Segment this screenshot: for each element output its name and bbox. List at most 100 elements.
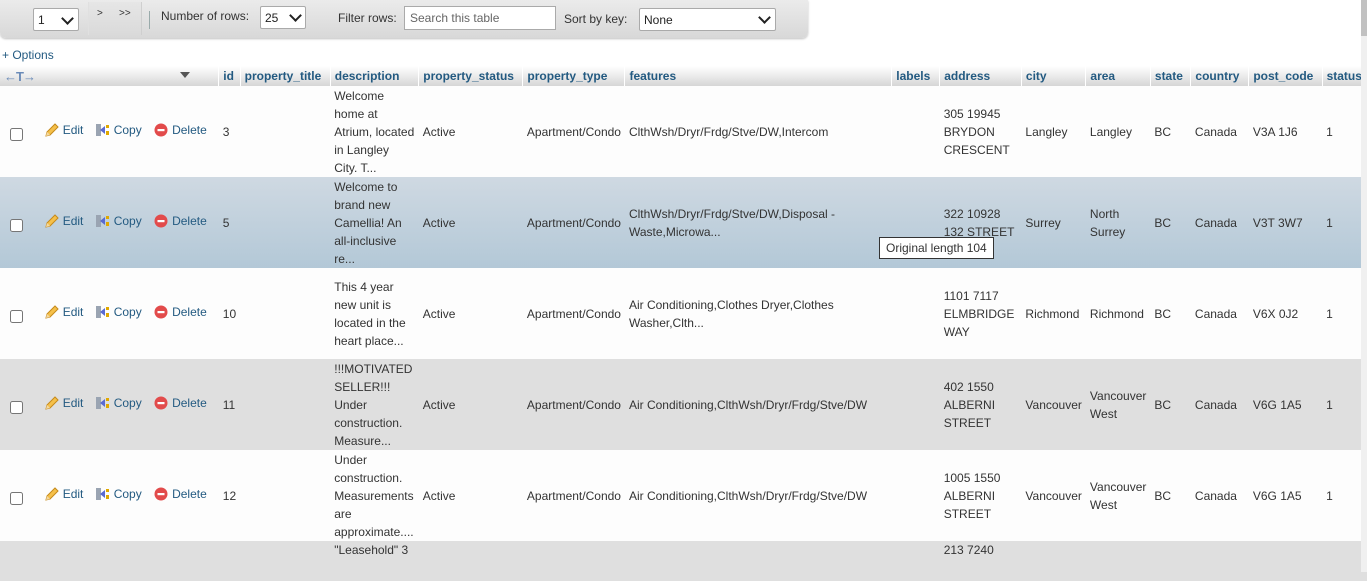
cell-address[interactable]: 402 1550 ALBERNI STREET: [939, 359, 1022, 450]
copy-link[interactable]: Copy: [95, 121, 142, 139]
sort-by-key-select[interactable]: None: [639, 8, 776, 31]
cell-description[interactable]: Welcome to brand new Camellia! An all-in…: [330, 177, 419, 268]
cell-labels[interactable]: [891, 268, 940, 359]
cell-post-code[interactable]: V6G 1A5: [1248, 359, 1323, 450]
cell-status[interactable]: 1: [1322, 268, 1367, 359]
cell-description[interactable]: !!!MOTIVATED SELLER!!! Under constructio…: [330, 359, 419, 450]
column-header-country[interactable]: country: [1190, 66, 1250, 86]
cell-area[interactable]: [1085, 541, 1151, 581]
copy-link[interactable]: Copy: [95, 394, 142, 412]
edit-link[interactable]: Edit: [44, 485, 83, 503]
column-header-property-status[interactable]: property_status: [418, 66, 524, 86]
delete-link[interactable]: Delete: [153, 212, 207, 230]
cell-features[interactable]: Air Conditioning,ClthWsh/Dryr/Frdg/Stve/…: [624, 359, 892, 450]
cell-country[interactable]: [1190, 541, 1249, 581]
cell-state[interactable]: BC: [1150, 268, 1191, 359]
cell-city[interactable]: Richmond: [1021, 268, 1086, 359]
cell-status[interactable]: 1: [1322, 359, 1367, 450]
edit-link[interactable]: Edit: [44, 303, 83, 321]
cell-id[interactable]: [218, 541, 241, 581]
vertical-scrollbar[interactable]: [1361, 0, 1367, 572]
cell-country[interactable]: Canada: [1190, 86, 1249, 177]
cell-country[interactable]: Canada: [1190, 450, 1249, 541]
cell-property-type[interactable]: Apartment/Condo: [522, 450, 625, 541]
column-header-city[interactable]: city: [1021, 66, 1087, 86]
cell-address[interactable]: 1005 1550 ALBERNI STREET: [939, 450, 1022, 541]
edit-link[interactable]: Edit: [44, 121, 83, 139]
cell-property-title[interactable]: [240, 541, 331, 581]
row-checkbox[interactable]: [10, 218, 23, 232]
cell-property-title[interactable]: [240, 86, 331, 177]
cell-area[interactable]: Richmond: [1085, 268, 1151, 359]
cell-property-title[interactable]: [240, 268, 331, 359]
cell-property-status[interactable]: Active: [418, 359, 523, 450]
edit-link[interactable]: Edit: [44, 212, 83, 230]
delete-link[interactable]: Delete: [153, 394, 207, 412]
cell-id[interactable]: 10: [218, 268, 241, 359]
rows-per-page-select[interactable]: 25: [260, 6, 306, 29]
cell-property-title[interactable]: [240, 359, 331, 450]
cell-address[interactable]: 305 19945 BRYDON CRESCENT: [939, 86, 1022, 177]
column-move-arrows-icon[interactable]: ←T→: [4, 69, 36, 84]
cell-features[interactable]: Air Conditioning,Clothes Dryer,Clothes W…: [624, 268, 892, 359]
cell-city[interactable]: Langley: [1021, 86, 1086, 177]
cell-features[interactable]: ClthWsh/Dryr/Frdg/Stve/DW,Disposal - Was…: [624, 177, 892, 268]
cell-status[interactable]: 1: [1322, 86, 1367, 177]
cell-id[interactable]: 12: [218, 450, 241, 541]
cell-state[interactable]: BC: [1150, 86, 1191, 177]
cell-property-title[interactable]: [240, 450, 331, 541]
cell-area[interactable]: Langley: [1085, 86, 1151, 177]
cell-property-title[interactable]: [240, 177, 331, 268]
cell-labels[interactable]: [891, 359, 940, 450]
row-checkbox[interactable]: [10, 309, 23, 323]
cell-city[interactable]: Vancouver: [1021, 359, 1086, 450]
cell-post-code[interactable]: V3A 1J6: [1248, 86, 1323, 177]
cell-area[interactable]: Vancouver West: [1085, 450, 1151, 541]
cell-property-type[interactable]: Apartment/Condo: [522, 177, 625, 268]
cell-state[interactable]: BC: [1150, 450, 1191, 541]
cell-features[interactable]: ClthWsh/Dryr/Frdg/Stve/DW,Intercom: [624, 86, 892, 177]
options-link[interactable]: + Options: [2, 48, 54, 62]
copy-link[interactable]: Copy: [95, 303, 142, 321]
cell-post-code[interactable]: V6X 0J2: [1248, 268, 1323, 359]
cell-post-code[interactable]: V3T 3W7: [1248, 177, 1323, 268]
cell-id[interactable]: 3: [218, 86, 241, 177]
cell-property-status[interactable]: Active: [418, 86, 523, 177]
cell-post-code[interactable]: [1248, 541, 1323, 581]
cell-country[interactable]: Canada: [1190, 268, 1249, 359]
cell-city[interactable]: Surrey: [1021, 177, 1086, 268]
cell-state[interactable]: [1150, 541, 1191, 581]
delete-link[interactable]: Delete: [153, 121, 207, 139]
cell-status[interactable]: 1: [1322, 177, 1367, 268]
row-checkbox[interactable]: [10, 127, 23, 141]
row-checkbox[interactable]: [10, 491, 23, 505]
column-header-labels[interactable]: labels: [891, 66, 941, 86]
cell-post-code[interactable]: V6G 1A5: [1248, 450, 1323, 541]
cell-property-status[interactable]: [418, 541, 523, 581]
column-header-state[interactable]: state: [1150, 66, 1192, 86]
cell-description[interactable]: Welcome home at Atrium, located in Langl…: [330, 86, 419, 177]
cell-property-type[interactable]: Apartment/Condo: [522, 86, 625, 177]
cell-city[interactable]: Vancouver: [1021, 450, 1086, 541]
cell-id[interactable]: 5: [218, 177, 241, 268]
delete-link[interactable]: Delete: [153, 485, 207, 503]
cell-area[interactable]: North Surrey: [1085, 177, 1151, 268]
column-header-property-type[interactable]: property_type: [522, 66, 626, 86]
cell-property-type[interactable]: [522, 541, 625, 581]
next-page-button[interactable]: >: [97, 8, 103, 19]
column-header-address[interactable]: address: [939, 66, 1022, 86]
cell-property-status[interactable]: Active: [418, 177, 523, 268]
page-select[interactable]: 1: [33, 8, 79, 31]
cell-labels[interactable]: [891, 541, 940, 581]
cell-country[interactable]: Canada: [1190, 177, 1249, 268]
sort-dropdown-icon[interactable]: [180, 72, 190, 78]
cell-description[interactable]: This 4 year new unit is located in the h…: [330, 268, 419, 359]
cell-description[interactable]: Under construction. Measurements are app…: [330, 450, 419, 541]
cell-status[interactable]: [1322, 541, 1367, 581]
cell-address[interactable]: 1101 7117 ELMBRIDGE WAY: [939, 268, 1022, 359]
scrollbar-thumb[interactable]: [1361, 0, 1367, 36]
column-header-status[interactable]: status: [1322, 66, 1367, 86]
cell-state[interactable]: BC: [1150, 177, 1191, 268]
cell-description[interactable]: "Leasehold" 3: [330, 541, 419, 581]
cell-property-status[interactable]: Active: [418, 450, 523, 541]
